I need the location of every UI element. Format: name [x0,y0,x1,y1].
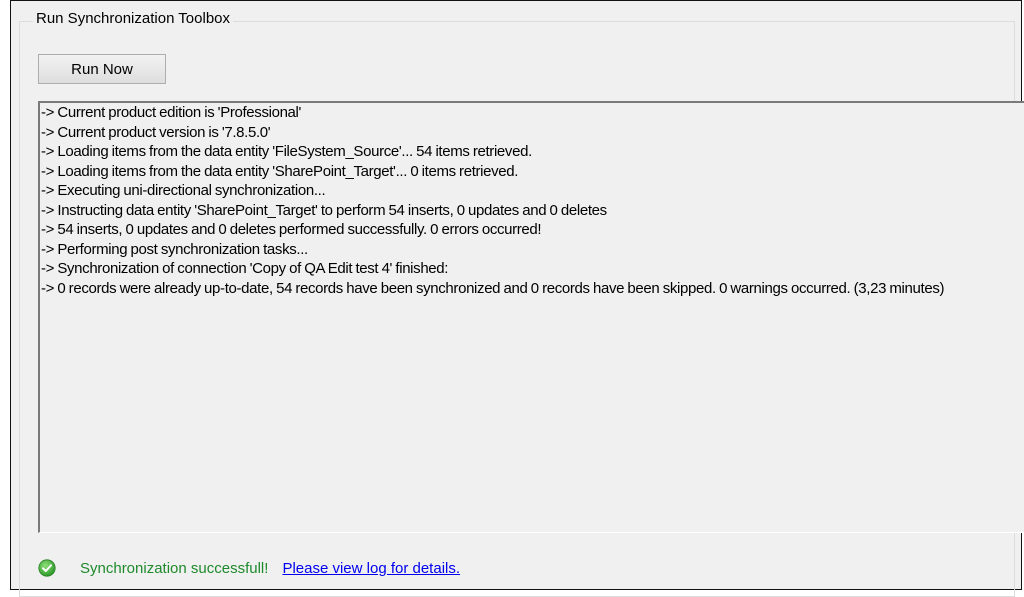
log-line: -> Loading items from the data entity 'F… [41,143,532,160]
log-line: -> Current product edition is 'Professio… [41,104,302,121]
log-output[interactable]: -> Current product edition is 'Professio… [38,101,1024,533]
log-line: -> Executing uni-directional synchroniza… [41,182,326,199]
sync-toolbox-panel: Run Synchronization Toolbox Run Now -> C… [10,0,1024,597]
log-line: -> Loading items from the data entity 'S… [41,162,519,180]
groupbox-title: Run Synchronization Toolbox [33,9,234,29]
log-line: -> Performing post synchronization tasks… [41,240,308,258]
log-line: -> Synchronization of connection 'Copy o… [41,260,449,277]
success-check-icon [38,559,56,577]
log-line: -> 0 records were already up-to-date, 54… [41,279,945,297]
status-bar: Synchronization successfull! Please view… [38,556,460,580]
view-log-link[interactable]: Please view log for details. [282,560,460,577]
log-line: -> 54 inserts, 0 updates and 0 deletes p… [41,221,542,238]
log-line: -> Instructing data entity 'SharePoint_T… [41,201,607,219]
log-line: -> Current product version is '7.8.5.0' [41,123,271,141]
status-message: Synchronization successfull! [80,559,269,577]
run-now-button[interactable]: Run Now [38,54,166,84]
